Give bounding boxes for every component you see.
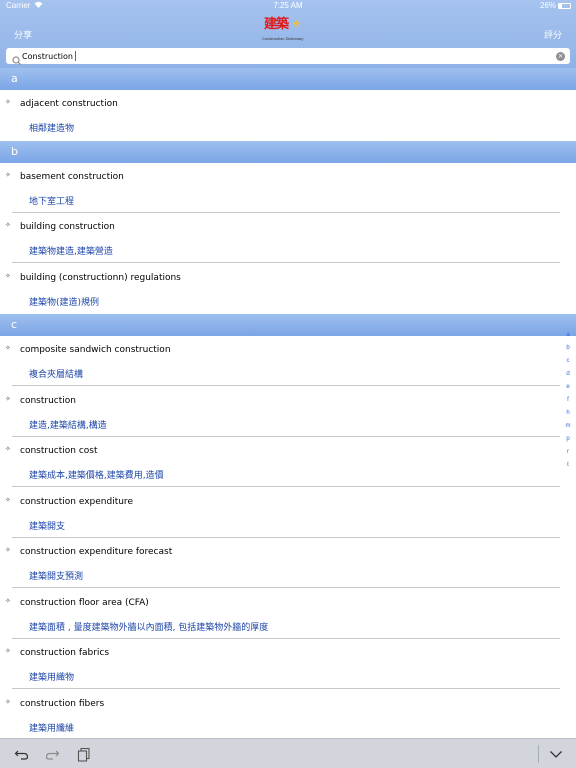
text-caret xyxy=(75,51,76,61)
bullet-icon: ✧ xyxy=(5,170,11,179)
bullet-icon: ✧ xyxy=(5,546,11,554)
list-item[interactable]: ✧ building construction 建築物建造,建築營造 xyxy=(0,213,576,263)
section-letter: c xyxy=(11,318,18,331)
list-item[interactable]: ✧ basement construction 地下室工程 xyxy=(0,163,576,213)
bullet-icon: ✧ xyxy=(5,344,11,352)
list-item[interactable]: ✧ adjacent construction 相鄰建造物 xyxy=(0,90,576,140)
bullet-icon: ✧ xyxy=(5,495,11,504)
keyboard-toolbar xyxy=(0,738,576,768)
term-label: construction cost xyxy=(20,446,98,456)
term-label: construction floor area (CFA) xyxy=(20,597,149,608)
search-bar[interactable]: × xyxy=(6,48,570,66)
list-item[interactable]: ✧ construction expenditure forecast 建築開支預測 xyxy=(0,538,576,588)
term-label: construction expenditure xyxy=(20,496,133,507)
term-label: building (constructionn) regulations xyxy=(20,272,181,283)
index-letter-a[interactable]: a xyxy=(562,332,574,345)
clear-icon[interactable]: × xyxy=(556,52,565,61)
rate-button[interactable]: 評分 xyxy=(544,28,562,41)
status-bar: Carrier 7:25 AM 26% xyxy=(0,0,576,12)
index-letter-t[interactable]: t xyxy=(562,462,574,475)
index-letter-b[interactable]: b xyxy=(562,345,574,358)
results-list[interactable]: a ✧ adjacent construction 相鄰建造物 b ✧ basement c… xyxy=(0,68,576,738)
section-letter: b xyxy=(11,144,18,158)
chevron-down-icon[interactable] xyxy=(548,746,564,762)
section-header-c: c xyxy=(0,314,576,336)
term-label: construction xyxy=(20,395,76,406)
section-letter: a xyxy=(11,72,18,85)
index-letter-m[interactable]: m xyxy=(562,423,574,436)
list-item[interactable]: ✧ construction 建造,建築結構,構造 xyxy=(0,387,576,437)
bullet-icon: ✧ xyxy=(5,647,11,655)
index-letter-d[interactable]: d xyxy=(562,371,574,384)
section-header-a: a xyxy=(0,68,576,90)
toolbar-divider xyxy=(538,745,539,763)
index-letter-r[interactable]: r xyxy=(562,449,574,462)
index-letter-p[interactable]: p xyxy=(562,436,574,449)
list-item[interactable]: ✧ construction cost 建築成本,建築價格,建築費用,造價 xyxy=(0,437,576,487)
logo-subtitle: Construction Dictionary xyxy=(262,36,304,41)
search-icon xyxy=(12,51,22,66)
search-input[interactable] xyxy=(22,48,542,64)
index-letter-h[interactable]: h xyxy=(562,410,574,423)
app-header: Carrier 7:25 AM 26% 分享 建築 ★ Construction… xyxy=(0,0,576,68)
definition-label: 建築物(建造)規例 xyxy=(29,297,100,308)
definition-label: 建築開支預測 xyxy=(29,572,84,582)
list-item[interactable]: ✧ construction floor area (CFA) 建築面積 , 量度建… xyxy=(0,589,576,639)
list-item[interactable]: ✧ construction fabrics 建築用織物 xyxy=(0,639,576,689)
section-header-b: b xyxy=(0,140,576,163)
undo-icon[interactable] xyxy=(14,746,30,762)
term-label: basement construction xyxy=(20,171,124,182)
index-letter-e[interactable]: e xyxy=(562,384,574,397)
list-item[interactable]: ✧ building (constructionn) regulations 建築物… xyxy=(0,264,576,314)
share-button[interactable]: 分享 xyxy=(14,28,32,41)
definition-label: 地下室工程 xyxy=(29,196,75,207)
bullet-icon: ✧ xyxy=(5,98,11,106)
battery-icon xyxy=(558,3,571,9)
definition-label: 相鄰建造物 xyxy=(29,124,75,134)
term-label: building construction xyxy=(20,222,115,232)
term-label: construction fibers xyxy=(20,698,105,709)
index-letter-f[interactable]: f xyxy=(562,397,574,410)
status-time: 7:25 AM xyxy=(273,1,303,10)
bullet-icon: ✧ xyxy=(5,445,11,453)
term-label: construction fabrics xyxy=(20,648,110,658)
definition-label: 建築成本,建築價格,建築費用,造價 xyxy=(29,471,164,481)
index-letter-c[interactable]: c xyxy=(562,358,574,371)
bullet-icon: ✧ xyxy=(5,596,11,605)
term-label: construction expenditure forecast xyxy=(20,547,173,557)
list-item[interactable]: ✧ construction expenditure 建築開支 xyxy=(0,488,576,538)
bullet-icon: ✧ xyxy=(5,697,11,706)
star-icon: ★ xyxy=(292,19,301,30)
definition-label: 複合夾層結構 xyxy=(29,370,84,380)
logo-title: 建築 xyxy=(264,17,289,32)
definition-label: 建築用織物 xyxy=(29,673,75,683)
definition-label: 建築用纖維 xyxy=(29,723,75,734)
list-item[interactable]: ✧ composite sandwich construction 複合夾層結構 xyxy=(0,336,576,386)
definition-label: 建造,建築結構,構造 xyxy=(29,420,107,431)
definition-label: 建築開支 xyxy=(29,521,66,532)
list-item[interactable]: ✧ construction fibers 建築用纖維 xyxy=(0,690,576,739)
battery-percent: 26% xyxy=(539,1,556,10)
term-label: composite sandwich construction xyxy=(20,345,171,355)
bullet-icon: ✧ xyxy=(5,221,11,229)
term-label: adjacent construction xyxy=(20,99,118,109)
redo-icon[interactable] xyxy=(44,746,60,762)
app-logo: 建築 ★ Construction Dictionary xyxy=(258,13,320,45)
bullet-icon: ✧ xyxy=(5,394,11,403)
definition-label: 建築面積 , 量度建築物外牆以內面積, 包括建築物外牆的厚度 xyxy=(29,622,269,633)
definition-label: 建築物建造,建築營造 xyxy=(29,247,113,257)
bullet-icon: ✧ xyxy=(5,271,11,280)
alphabet-index[interactable]: abcdefhmprt xyxy=(562,332,574,475)
clipboard-icon[interactable] xyxy=(76,746,92,762)
